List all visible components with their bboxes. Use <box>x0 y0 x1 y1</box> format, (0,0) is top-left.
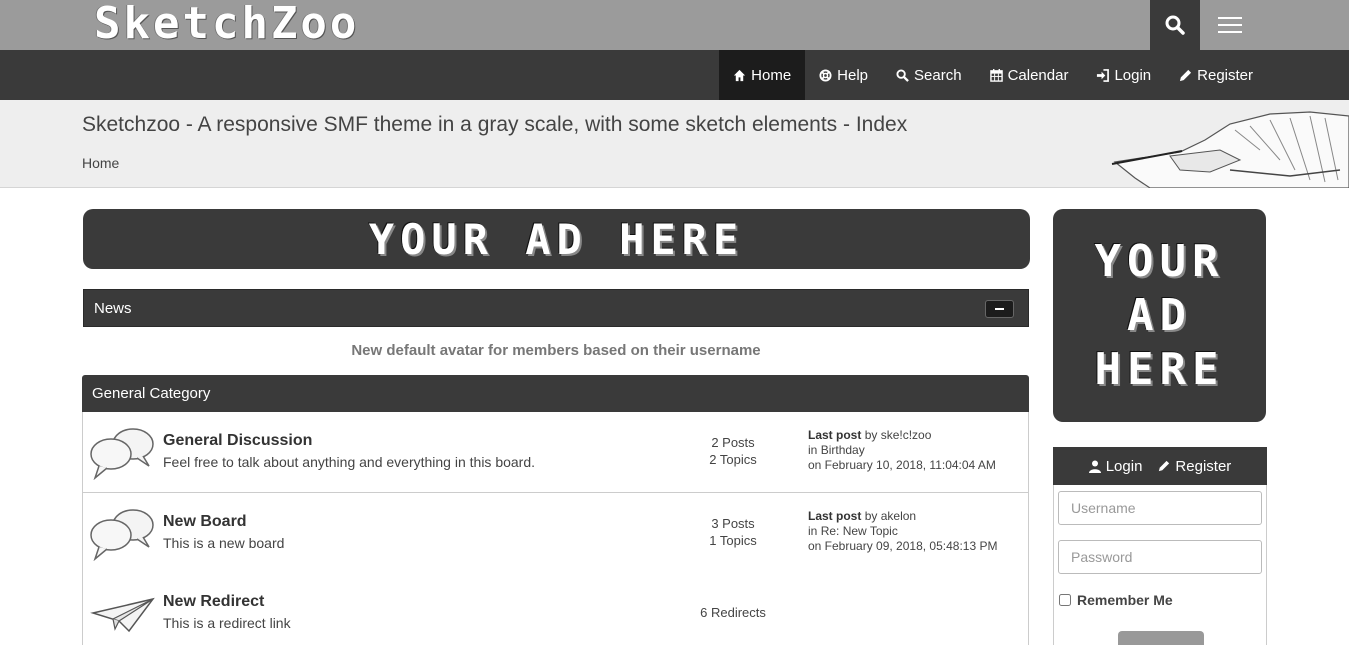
board-redirects: 6 Redirects <box>700 605 766 620</box>
board-topics: 2 Topics <box>709 452 757 467</box>
last-post-author-link[interactable]: akelon <box>881 509 916 523</box>
panel-register-label: Register <box>1175 457 1232 475</box>
last-post-in-prefix: in <box>808 524 818 538</box>
news-header: News <box>83 289 1029 327</box>
nav-search-label: Search <box>914 66 962 84</box>
search-toggle-button[interactable] <box>1150 0 1200 50</box>
board-name-link[interactable]: General Discussion <box>163 432 312 450</box>
page-header: Sketchzoo - A responsive SMF theme in a … <box>0 100 1349 188</box>
nav-help[interactable]: Help <box>805 50 882 100</box>
panel-register-link[interactable]: Register <box>1158 458 1231 475</box>
site-logo[interactable]: SketchZoo <box>94 0 360 49</box>
board-posts: 3 Posts <box>711 516 755 531</box>
ad-side-line-2: AD <box>1127 289 1192 341</box>
board-last-post: Last post by ske!c!zoo in Birthday on Fe… <box>808 428 996 473</box>
board-description: Feel free to talk about anything and eve… <box>163 454 536 470</box>
panel-login-link[interactable]: Login <box>1088 457 1143 475</box>
nav-search[interactable]: Search <box>882 50 976 100</box>
minus-icon <box>995 308 1004 310</box>
last-post-topic-link[interactable]: Re: New Topic <box>821 524 898 538</box>
board-name-link[interactable]: New Board <box>163 513 247 531</box>
board-stats: 3 Posts 1 Topics <box>673 515 793 549</box>
breadcrumb-home[interactable]: Home <box>82 155 119 171</box>
sketch-hand-illustration <box>1111 111 1349 188</box>
sign-in-icon <box>1097 68 1110 82</box>
remember-me-label: Remember Me <box>1077 592 1173 608</box>
main-navbar: Home Help Search Calendar Login Register <box>0 50 1349 100</box>
news-fader-text: New default avatar for members based on … <box>351 342 761 359</box>
board-row: General Discussion Feel free to talk abo… <box>82 412 1029 493</box>
board-row: New Board This is a new board 3 Posts 1 … <box>82 493 1029 574</box>
paper-plane-icon <box>90 597 155 633</box>
last-post-in-prefix: in <box>808 443 818 457</box>
board-last-post: Last post by akelon in Re: New Topic on … <box>808 509 997 554</box>
nav-login[interactable]: Login <box>1082 50 1165 100</box>
pencil-icon <box>1180 69 1192 81</box>
news-collapse-button[interactable] <box>985 300 1014 318</box>
board-description: This is a redirect link <box>163 615 291 631</box>
last-post-label: Last post <box>808 428 862 442</box>
last-post-date: on February 09, 2018, 05:48:13 PM <box>808 539 998 553</box>
logo-text: SketchZoo <box>94 0 360 49</box>
nav-help-label: Help <box>837 66 869 84</box>
pencil-icon <box>1159 460 1170 472</box>
password-input[interactable] <box>1058 540 1262 574</box>
panel-login-label: Login <box>1105 457 1143 475</box>
chat-bubbles-icon <box>90 428 154 480</box>
nav-home-label: Home <box>751 66 792 84</box>
lifebuoy-icon <box>819 68 832 82</box>
home-icon <box>734 69 746 81</box>
login-submit-button[interactable] <box>1118 631 1204 645</box>
news-title: News <box>94 299 132 317</box>
remember-me[interactable]: Remember Me <box>1059 592 1173 608</box>
ad-banner-side[interactable]: YOUR AD HERE <box>1053 209 1266 422</box>
board-posts: 2 Posts <box>711 435 755 450</box>
search-icon <box>896 68 909 82</box>
last-post-by-prefix: by <box>864 428 878 442</box>
login-panel: Remember Me <box>1053 485 1267 645</box>
menu-toggle-button[interactable] <box>1205 0 1255 50</box>
ad-banner-text: YOUR AD HERE <box>368 214 745 264</box>
nav-register[interactable]: Register <box>1165 50 1267 100</box>
board-description: This is a new board <box>163 535 285 551</box>
search-icon <box>1165 15 1185 35</box>
nav-register-label: Register <box>1197 66 1253 84</box>
nav-login-label: Login <box>1114 66 1152 84</box>
last-post-label: Last post <box>808 509 862 523</box>
nav-calendar[interactable]: Calendar <box>976 50 1083 100</box>
nav-home[interactable]: Home <box>719 50 806 100</box>
chat-bubbles-icon <box>90 509 154 561</box>
last-post-date: on February 10, 2018, 11:04:04 AM <box>808 458 996 472</box>
username-input[interactable] <box>1058 491 1262 525</box>
calendar-icon <box>989 68 1003 82</box>
remember-me-checkbox[interactable] <box>1059 594 1071 606</box>
board-name-link[interactable]: New Redirect <box>163 593 264 611</box>
board-stats: 2 Posts 2 Topics <box>673 434 793 468</box>
hamburger-icon <box>1218 17 1242 33</box>
last-post-topic-link[interactable]: Birthday <box>821 443 865 457</box>
login-panel-header: Login Register <box>1053 447 1267 485</box>
page-title: Sketchzoo - A responsive SMF theme in a … <box>82 113 908 136</box>
last-post-author-link[interactable]: ske!c!zoo <box>881 428 932 442</box>
nav-calendar-label: Calendar <box>1007 66 1069 84</box>
ad-banner-wide[interactable]: YOUR AD HERE <box>83 209 1030 269</box>
ad-side-line-3: HERE <box>1094 343 1225 395</box>
user-icon <box>1088 460 1101 473</box>
top-bar: SketchZoo <box>0 0 1349 50</box>
board-row: New Redirect This is a redirect link 6 R… <box>82 573 1029 645</box>
ad-side-line-1: YOUR <box>1094 235 1225 287</box>
main-menu: Home Help Search Calendar Login Register <box>719 50 1267 100</box>
category-title: General Category <box>92 385 211 402</box>
category-header[interactable]: General Category <box>82 375 1029 412</box>
board-topics: 1 Topics <box>709 533 757 548</box>
last-post-by-prefix: by <box>864 509 878 523</box>
